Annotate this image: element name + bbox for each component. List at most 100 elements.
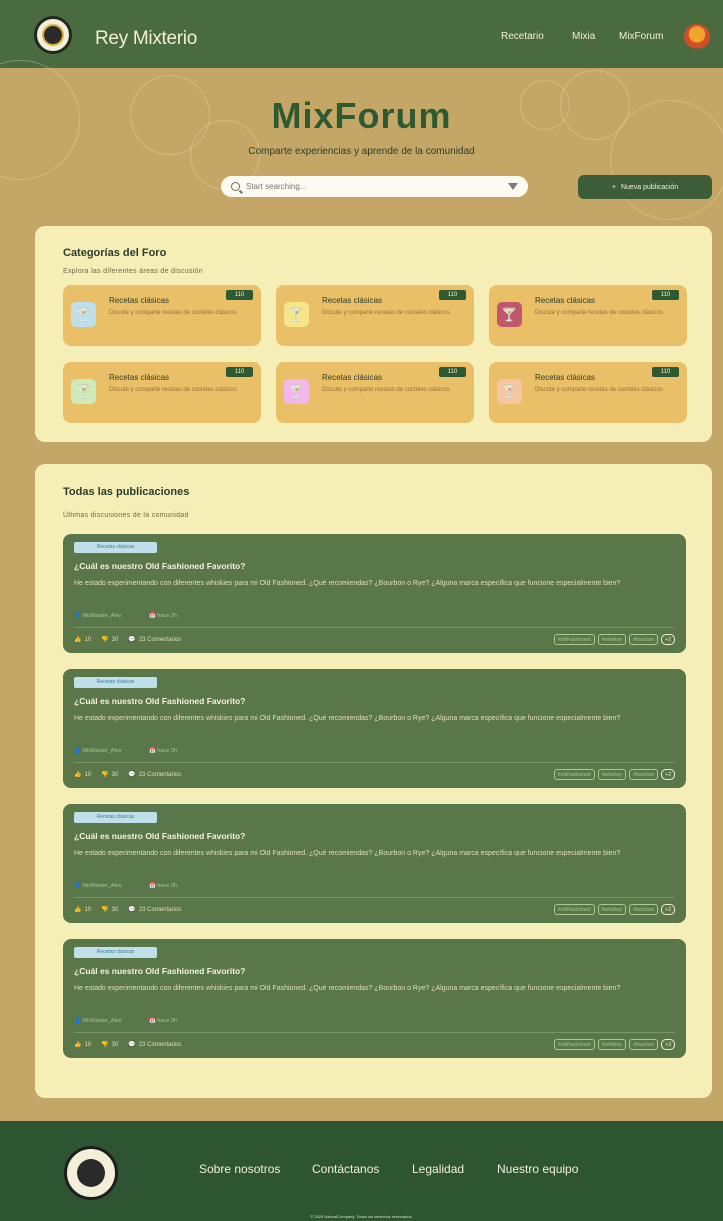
category-description: Discute y comparte recetas de cocteles c… <box>322 310 450 316</box>
footer-logo[interactable] <box>64 1146 118 1200</box>
post-title[interactable]: ¿Cuál es nuestro Old Fashioned Favorito? <box>74 696 245 706</box>
comments-button[interactable]: 💬 23 Comentarios <box>128 1041 182 1049</box>
post-card[interactable]: Recetas clásicas ¿Cuál es nuestro Old Fas… <box>63 534 686 653</box>
comments-label: 23 Comentarios <box>138 771 182 778</box>
author-name: MixMaster_Alex <box>82 748 122 754</box>
dislike-button[interactable]: 👎 30 <box>101 1041 118 1049</box>
hashtag-chip[interactable]: #oldFashioned <box>553 634 595 645</box>
post-title[interactable]: ¿Cuál es nuestro Old Fashioned Favorito? <box>74 561 245 571</box>
hashtag-chip[interactable]: #bourbon <box>629 634 659 645</box>
category-card[interactable]: 🍸 Recetas clásicas Discute y comparte rece… <box>489 285 687 346</box>
post-body: He estado experimentando con diferentes … <box>74 850 621 857</box>
category-card[interactable]: 🍸 Recetas clásicas Discute y comparte rece… <box>276 285 474 346</box>
post-category-tag[interactable]: Recetas clásicas <box>74 812 157 823</box>
more-tags-chip[interactable]: +2 <box>661 904 675 915</box>
posts-panel: Todas las publicaciones Últimas discusio… <box>35 464 712 1098</box>
hashtag-chip[interactable]: #bourbon <box>629 769 659 780</box>
search-icon <box>231 182 240 191</box>
footer: Sobre nosotros Contáctanos Legalidad Nue… <box>0 1121 723 1221</box>
filter-icon[interactable] <box>508 183 518 190</box>
dislike-button[interactable]: 👎 30 <box>101 771 119 779</box>
comments-button[interactable]: 💬 23 Comentarios <box>128 771 182 779</box>
category-card[interactable]: 🍸 Recetas clásicas Discute y comparte rece… <box>63 285 261 346</box>
post-category-tag[interactable]: Recetas clásicas <box>74 947 157 958</box>
category-description: Discute y comparte recetas de cocteles c… <box>535 387 663 393</box>
dislike-button[interactable]: 👎 30 <box>101 906 119 914</box>
post-body: He estado experimentando con diferentes … <box>74 580 621 587</box>
category-count-badge: 110 <box>439 367 466 377</box>
search-bar[interactable] <box>221 176 528 197</box>
post-body: He estado experimentando con diferentes … <box>74 715 621 722</box>
search-input[interactable] <box>246 182 508 191</box>
post-hashtags: #oldFashioned #whiskey #bourbon +2 <box>553 769 675 780</box>
more-tags-chip[interactable]: +3 <box>661 1039 675 1050</box>
cocktail-glass-icon: 🍸 <box>497 379 522 404</box>
like-button[interactable]: 👍 10 <box>74 906 91 914</box>
hashtag-chip[interactable]: #whiskey <box>597 769 627 780</box>
footer-link-about[interactable]: Sobre nosotros <box>199 1162 280 1176</box>
thumbs-up-icon: 👍 <box>74 637 82 643</box>
hashtag-chip[interactable]: #bourbon <box>629 904 659 915</box>
hashtag-chip[interactable]: #whiskey <box>597 1039 627 1050</box>
category-count-badge: 110 <box>439 290 466 300</box>
post-title[interactable]: ¿Cuál es nuestro Old Fashioned Favorito? <box>74 831 245 841</box>
hashtag-chip[interactable]: #whiskey <box>597 634 627 645</box>
footer-link-contact[interactable]: Contáctanos <box>312 1162 379 1176</box>
post-card[interactable]: Recetas clásicas ¿Cuál es nuestro Old Fas… <box>63 669 686 788</box>
post-author[interactable]: 👤 MixMaster_Alex <box>74 748 122 754</box>
dislike-count: 30 <box>111 906 119 913</box>
post-author[interactable]: 👤 MixMaster_Alex <box>74 613 122 619</box>
more-tags-chip[interactable]: +2 <box>661 634 675 645</box>
comments-label: 23 Comentarios <box>138 906 182 913</box>
more-tags-chip[interactable]: +2 <box>661 769 675 780</box>
category-card[interactable]: 🍸 Recetas clásicas Discute y comparte rece… <box>63 362 261 423</box>
tag-label: Recetas clásicas <box>96 544 135 550</box>
category-description: Discute y comparte recetas de cocteles c… <box>109 310 237 316</box>
dislike-count: 30 <box>111 771 119 778</box>
post-card[interactable]: Recetas clásicas ¿Cuál es nuestro Old Fas… <box>63 804 686 923</box>
like-button[interactable]: 👍 10 <box>74 771 91 779</box>
like-button[interactable]: 👍 10 <box>74 636 91 644</box>
category-count-badge: 110 <box>226 290 253 300</box>
nav-mixia[interactable]: Mixia <box>572 31 595 42</box>
category-description: Discute y comparte recetas de cocteles c… <box>109 387 237 393</box>
cocktail-glass-icon: 🍸 <box>71 379 96 404</box>
like-button[interactable]: 👍 10 <box>74 1041 91 1049</box>
hashtag-chip[interactable]: #whiskey <box>597 904 627 915</box>
categories-title: Categorías del Foro <box>63 247 167 259</box>
category-card[interactable]: 🍸 Recetas clásicas Discute y comparte rece… <box>276 362 474 423</box>
post-card[interactable]: Recetas clásicas ¿Cuál es nuestro Old Fas… <box>63 939 686 1058</box>
hashtag-chip[interactable]: #oldFashioned <box>553 904 595 915</box>
comments-button[interactable]: 💬 23 Comentarios <box>128 636 181 644</box>
brand-name[interactable]: Rey Mixterio <box>95 28 197 50</box>
brand-logo[interactable] <box>34 16 72 54</box>
hashtag-chip[interactable]: #bourbon <box>629 1039 659 1050</box>
time-label: hace 2h <box>157 748 177 754</box>
user-avatar[interactable] <box>684 24 710 50</box>
post-category-tag[interactable]: Recetas clásicas <box>74 677 157 688</box>
post-author[interactable]: 👤 MixMaster_Alex <box>74 1018 122 1024</box>
nav-recetario[interactable]: Recetario <box>501 31 544 42</box>
new-post-button[interactable]: + Nueva publicación <box>578 175 712 199</box>
dislike-button[interactable]: 👎 30 <box>101 636 118 644</box>
comments-label: 23 Comentarios <box>138 1041 182 1048</box>
comments-button[interactable]: 💬 23 Comentarios <box>128 906 182 914</box>
post-title[interactable]: ¿Cuál es nuestro Old Fashioned Favorito? <box>74 966 245 976</box>
post-stats: 👍 10 👎 30 💬 23 Comentarios <box>74 906 182 914</box>
hashtag-chip[interactable]: #oldFashioned <box>553 1039 595 1050</box>
comment-icon: 💬 <box>128 772 136 778</box>
page-title: MixForum <box>271 95 452 136</box>
divider <box>74 1032 675 1033</box>
nav-mixforum[interactable]: MixForum <box>619 31 663 42</box>
post-stats: 👍 10 👎 30 💬 23 Comentarios <box>74 771 182 779</box>
post-stats: 👍 10 👎 30 💬 23 Comentarios <box>74 1041 182 1049</box>
category-description: Discute y comparte recetas de cocteles c… <box>322 387 450 393</box>
new-post-label: Nueva publicación <box>620 183 679 191</box>
footer-link-legal[interactable]: Legalidad <box>412 1162 464 1176</box>
footer-link-team[interactable]: Nuestro equipo <box>497 1162 578 1176</box>
post-category-tag[interactable]: Recetas clásicas <box>74 542 157 553</box>
hashtag-chip[interactable]: #oldFashioned <box>553 769 595 780</box>
post-body: He estado experimentando con diferentes … <box>74 985 621 992</box>
category-card[interactable]: 🍸 Recetas clásicas Discute y comparte rece… <box>489 362 687 423</box>
post-author[interactable]: 👤 MixMaster_Alex <box>74 883 122 889</box>
